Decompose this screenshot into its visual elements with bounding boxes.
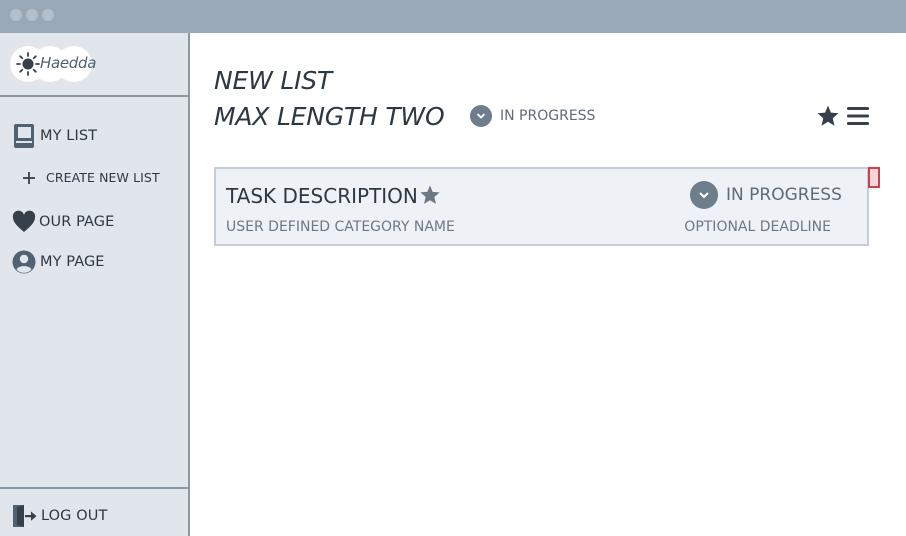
- sidebar-item-our-page[interactable]: OUR PAGE: [12, 210, 114, 234]
- sidebar-item-label: MY PAGE: [40, 254, 105, 270]
- plus-icon: [23, 171, 35, 184]
- chevron-down-icon: [470, 105, 492, 127]
- window-maximize-dot[interactable]: [42, 9, 54, 21]
- sidebar-item-label: CREATE NEW LIST: [46, 170, 160, 185]
- task-status-label: IN PROGRESS: [726, 185, 842, 205]
- sidebar-item-create-new-list[interactable]: CREATE NEW LIST: [22, 170, 160, 185]
- menu-icon[interactable]: [846, 104, 870, 128]
- logo-text: Haedda: [40, 54, 97, 72]
- list-title-line1: NEW LIST: [214, 66, 333, 95]
- task-deadline: OPTIONAL DEADLINE: [684, 219, 831, 235]
- header-actions: [816, 104, 870, 128]
- sidebar-divider-bottom: [0, 487, 188, 489]
- sidebar-item-my-page[interactable]: MY PAGE: [12, 249, 105, 275]
- logout-label: LOG OUT: [41, 508, 108, 524]
- task-status-dropdown[interactable]: IN PROGRESS: [690, 181, 842, 209]
- logout-button[interactable]: LOG OUT: [12, 503, 107, 529]
- user-avatar-icon: [12, 250, 36, 274]
- star-icon[interactable]: [816, 104, 840, 128]
- window-titlebar: [0, 0, 906, 33]
- window-close-dot[interactable]: [10, 9, 22, 21]
- sidebar-item-label: OUR PAGE: [39, 214, 115, 230]
- door-exit-icon: [13, 505, 37, 527]
- task-category: USER DEFINED CATEGORY NAME: [226, 219, 455, 235]
- window-minimize-dot[interactable]: [26, 9, 38, 21]
- list-status-label: IN PROGRESS: [500, 108, 596, 124]
- list-title-line2: MAX LENGTH TWO: [214, 102, 445, 131]
- list-status-dropdown[interactable]: IN PROGRESS: [470, 105, 595, 127]
- task-title: TASK DESCRIPTION: [226, 184, 418, 208]
- book-icon: [14, 124, 34, 148]
- sun-icon: [16, 52, 40, 76]
- heart-icon: [12, 210, 36, 232]
- chevron-down-icon: [690, 181, 718, 209]
- drag-handle[interactable]: [868, 167, 880, 188]
- sidebar-divider: [0, 95, 188, 97]
- sidebar-item-my-list[interactable]: MY LIST: [12, 123, 97, 149]
- sidebar: Haedda MY LIST CREATE NEW LIST OUR PAGE: [0, 33, 190, 536]
- task-card[interactable]: TASK DESCRIPTION IN PROGRESS USER DEFINE…: [214, 167, 869, 246]
- star-icon[interactable]: [419, 184, 441, 206]
- sidebar-item-label: MY LIST: [40, 128, 98, 144]
